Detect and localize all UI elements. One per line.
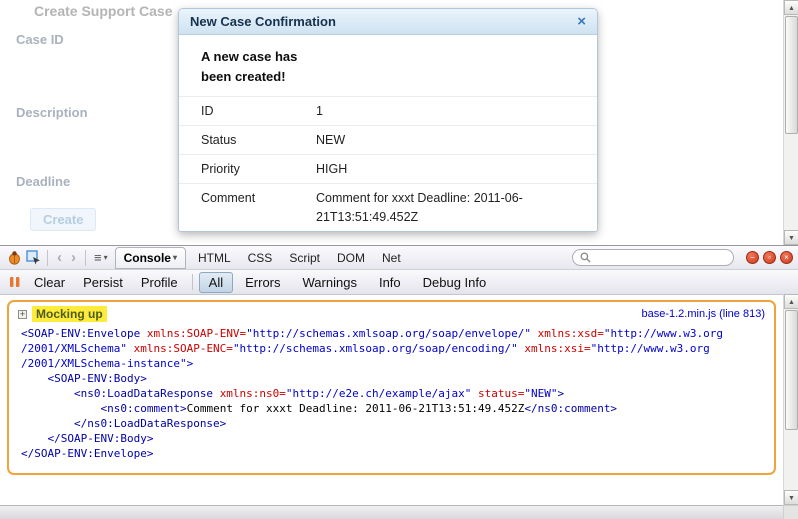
search-input[interactable] <box>595 252 726 264</box>
source-link[interactable]: base-1.2.min.js (line 813) <box>641 308 765 320</box>
forward-icon[interactable]: › <box>67 249 80 266</box>
field-label-description: Description <box>16 105 88 120</box>
console-log-area: + Mocking up base-1.2.min.js (line 813) … <box>0 295 783 506</box>
tab-dom[interactable]: DOM <box>329 248 373 268</box>
tab-console-label: Console <box>124 251 171 265</box>
xml-line: <ns0:LoadDataResponse xmlns:ns0="http://… <box>21 386 765 401</box>
row-label-id: ID <box>201 102 316 120</box>
filter-all[interactable]: All <box>199 272 233 293</box>
scrollbar-corner <box>783 505 798 519</box>
xml-line: /2001/XMLSchema-instance"> <box>21 356 765 371</box>
page-title: Create Support Case <box>34 3 172 19</box>
field-label-deadline: Deadline <box>16 174 70 189</box>
detach-window-button[interactable]: ▫ <box>763 251 776 264</box>
dialog-header: New Case Confirmation × <box>179 9 597 35</box>
expand-toggle-icon[interactable]: + <box>18 310 27 319</box>
minimize-button[interactable]: − <box>746 251 759 264</box>
xml-line: /2001/XMLSchema" xmlns:SOAP-ENC="http://… <box>21 341 765 356</box>
persist-button[interactable]: Persist <box>75 272 131 293</box>
search-box[interactable] <box>572 249 734 266</box>
chevron-down-icon: ▾ <box>104 253 108 262</box>
console-xml: <SOAP-ENV:Envelope xmlns:SOAP-ENV="http:… <box>18 326 765 461</box>
row-label-status: Status <box>201 131 316 149</box>
filter-errors[interactable]: Errors <box>235 272 290 293</box>
scroll-up-icon[interactable]: ▲ <box>784 0 798 15</box>
profile-button[interactable]: Profile <box>133 272 186 293</box>
clear-button[interactable]: Clear <box>26 272 73 293</box>
scrollbar-thumb[interactable] <box>785 310 798 430</box>
console-toolbar: Clear Persist Profile All Errors Warning… <box>0 270 798 295</box>
tab-script[interactable]: Script <box>281 248 328 268</box>
row-value-id: 1 <box>316 102 579 120</box>
create-button[interactable]: Create <box>30 208 96 231</box>
dialog-title: New Case Confirmation <box>190 14 336 29</box>
list-icon: ≡ <box>94 251 102 264</box>
row-value-comment: Comment for xxxt Deadline: 2011-06-21T13… <box>316 189 579 225</box>
tab-css[interactable]: CSS <box>240 248 281 268</box>
tab-console[interactable]: Console ▾ <box>115 247 186 269</box>
xml-line: </SOAP-ENV:Body> <box>21 431 765 446</box>
screen: Create Support Case Case ID Description … <box>0 0 798 519</box>
close-button[interactable]: × <box>780 251 793 264</box>
log-entry-header: + Mocking up base-1.2.min.js (line 813) <box>18 306 765 322</box>
log-message-label: Mocking up <box>32 306 107 322</box>
scrollbar-thumb[interactable] <box>785 16 798 134</box>
field-label-case-id: Case ID <box>16 32 64 47</box>
row-value-priority: HIGH <box>316 160 579 178</box>
filter-info[interactable]: Info <box>369 272 411 293</box>
divider <box>85 250 86 266</box>
xml-line: <ns0:comment>Comment for xxxt Deadline: … <box>21 401 765 416</box>
console-scrollbar[interactable]: ▲ ▼ <box>783 294 798 505</box>
search-icon <box>580 252 591 263</box>
inspect-icon[interactable] <box>24 249 42 267</box>
xml-line: <SOAP-ENV:Body> <box>21 371 765 386</box>
xml-line: </SOAP-ENV:Envelope> <box>21 446 765 461</box>
firebug-icon[interactable] <box>5 249 23 267</box>
xml-line: <SOAP-ENV:Envelope xmlns:SOAP-ENV="http:… <box>21 326 765 341</box>
confirmation-message: A new case has been created! <box>201 47 329 86</box>
scroll-down-icon[interactable]: ▼ <box>784 490 798 505</box>
new-case-confirmation-dialog: New Case Confirmation × A new case has b… <box>178 8 598 232</box>
row-label-comment: Comment <box>201 189 316 225</box>
chevron-down-icon: ▾ <box>173 253 177 262</box>
scroll-up-icon[interactable]: ▲ <box>784 294 798 309</box>
firebug-panel: ‹ › ≡ ▾ Console ▾ HTML CSS Script DOM Ne… <box>0 245 798 519</box>
close-icon[interactable]: × <box>577 14 586 29</box>
row-label-priority: Priority <box>201 160 316 178</box>
table-row: Priority HIGH <box>179 154 597 183</box>
break-on-all-errors-icon[interactable] <box>6 273 24 291</box>
filter-debug-info[interactable]: Debug Info <box>413 272 497 293</box>
log-entry: + Mocking up base-1.2.min.js (line 813) … <box>7 300 776 475</box>
firebug-main-toolbar: ‹ › ≡ ▾ Console ▾ HTML CSS Script DOM Ne… <box>0 246 798 270</box>
back-icon[interactable]: ‹ <box>53 249 66 266</box>
status-bar <box>0 505 798 519</box>
row-value-status: NEW <box>316 131 579 149</box>
divider <box>192 274 193 290</box>
scroll-down-icon[interactable]: ▼ <box>784 230 798 245</box>
table-row: ID 1 <box>179 96 597 125</box>
options-menu-icon[interactable]: ≡ ▾ <box>91 251 111 264</box>
filter-warnings[interactable]: Warnings <box>293 272 367 293</box>
xml-line: </ns0:LoadDataResponse> <box>21 416 765 431</box>
tab-html[interactable]: HTML <box>190 248 239 268</box>
dialog-body: A new case has been created! ID 1 Status… <box>179 35 597 231</box>
table-row: Status NEW <box>179 125 597 154</box>
table-row: Comment Comment for xxxt Deadline: 2011-… <box>179 183 597 230</box>
page-scrollbar[interactable]: ▲ ▼ <box>783 0 798 245</box>
tab-net[interactable]: Net <box>374 248 409 268</box>
divider <box>47 250 48 266</box>
